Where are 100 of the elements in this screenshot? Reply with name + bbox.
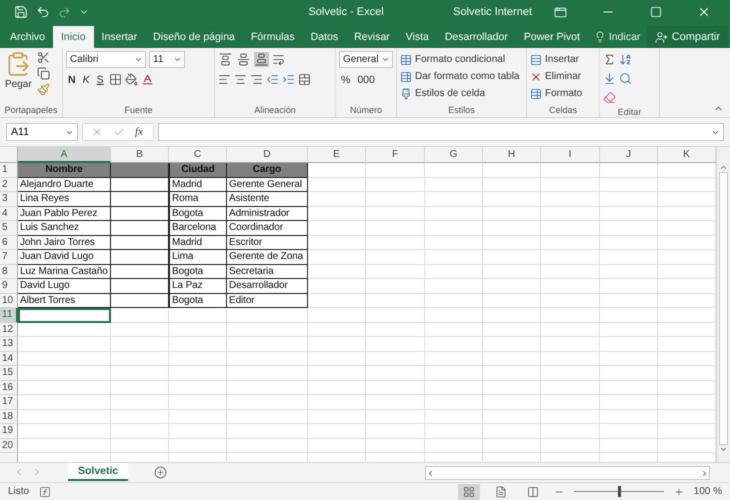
macro-record-icon[interactable] [39,486,52,498]
row-header[interactable]: 17 [0,395,18,410]
merge-cells-icon[interactable] [298,73,311,86]
formula-input[interactable] [158,123,724,141]
zoom-thumb[interactable] [618,486,621,497]
align-center-icon[interactable] [234,73,247,86]
zoom-in-icon[interactable] [674,486,684,496]
ribbon-tab[interactable]: Datos [302,26,346,48]
row-header[interactable]: 15 [0,366,18,380]
row-header[interactable]: 9 [0,279,18,294]
cells-button[interactable]: Formato [530,85,582,102]
row-header[interactable]: 6 [0,236,18,250]
paste-button[interactable]: Pegar [3,51,34,104]
row-header[interactable]: 8 [0,264,18,279]
indent-decrease-icon[interactable] [266,73,279,86]
align-left-icon[interactable] [218,73,231,86]
column-header[interactable]: B [111,147,169,163]
caret-icon[interactable] [173,55,182,64]
normal-view-icon[interactable] [458,484,480,500]
italic-button[interactable]: K [80,74,92,86]
caret-icon[interactable] [134,55,143,64]
close-icon[interactable] [697,5,711,19]
undo-icon[interactable] [36,5,50,19]
number-format-dropdown[interactable]: General [339,51,393,68]
tell-me-button[interactable]: Indicar [588,26,646,48]
align-bottom-icon[interactable] [254,52,269,67]
scroll-left-icon[interactable] [426,468,435,478]
fill-icon[interactable] [603,72,616,85]
percent-button[interactable]: % [339,74,352,86]
styles-button[interactable]: Estilos de celda [400,85,520,102]
vertical-scrollbar[interactable] [716,147,730,462]
ribbon-tab[interactable]: Diseño de página [145,26,243,48]
sheet-tab[interactable]: Solvetic [68,463,128,481]
wrap-text-icon[interactable] [272,53,285,66]
lightbulb-icon[interactable] [594,31,606,43]
scroll-up-icon[interactable] [719,163,728,172]
font-size-dropdown[interactable]: 11 [149,51,185,68]
column-header[interactable]: D [227,147,308,163]
maximize-icon[interactable] [650,6,662,18]
zoom-level[interactable]: 100 % [694,486,722,497]
row-header[interactable]: 13 [0,337,18,352]
ribbon-tab[interactable]: Inicio [53,26,94,48]
insert-function-button[interactable]: fx [135,126,143,138]
row-header[interactable]: 2 [0,178,18,192]
ribbon-tab[interactable]: Vista [398,26,437,48]
styles-button[interactable]: Dar formato como tabla [400,68,520,85]
column-header[interactable]: E [308,147,366,163]
align-top-icon[interactable] [218,52,233,67]
eraser-icon[interactable] [603,91,616,104]
row-header[interactable]: 5 [0,221,18,236]
column-header[interactable]: K [658,147,716,163]
row-header[interactable]: 10 [0,294,18,308]
copy-icon[interactable] [36,67,50,80]
ribbon-tab[interactable]: Archivo [2,26,54,48]
search-icon[interactable] [619,72,632,85]
row-header[interactable]: 20 [0,438,18,453]
caret-icon[interactable] [381,55,390,64]
sort-icon[interactable] [619,53,632,66]
ribbon-tab[interactable]: Desarrollador [436,26,516,48]
row-header[interactable]: 16 [0,380,18,395]
row-header[interactable]: 11 [0,308,18,322]
sum-icon[interactable] [603,53,616,66]
person-icon[interactable] [654,30,668,44]
column-header[interactable]: H [483,147,541,163]
align-middle-icon[interactable] [236,52,251,67]
column-header[interactable]: I [541,147,600,163]
cells-button[interactable]: Insertar [530,51,582,68]
share-button[interactable]: Compartir [646,26,728,48]
thousands-button[interactable]: 000 [355,74,377,86]
styles-button[interactable]: Formato condicional [400,51,520,68]
save-icon[interactable] [14,5,28,19]
indent-increase-icon[interactable] [282,73,295,86]
align-right-icon[interactable] [250,73,263,86]
column-header[interactable]: F [366,147,425,163]
column-header[interactable]: J [600,147,658,163]
underline-button[interactable]: S [94,74,106,86]
font-name-dropdown[interactable]: Calibri [66,51,146,68]
ribbon-display-icon[interactable] [554,6,566,18]
row-header[interactable]: 7 [0,250,18,264]
selected-cell[interactable] [18,308,111,322]
scroll-right-icon[interactable] [700,468,709,478]
cells-button[interactable]: Eliminar [530,68,582,85]
ribbon-tab[interactable]: Insertar [94,26,146,48]
column-header[interactable]: A [18,147,111,163]
row-header[interactable]: 12 [0,322,18,337]
ribbon-tab[interactable]: Fórmulas [242,26,303,48]
row-header[interactable]: 14 [0,352,18,366]
cut-icon[interactable] [36,51,50,64]
row-header[interactable]: 1 [0,163,18,178]
borders-icon[interactable] [108,73,122,86]
name-box[interactable]: A11 [6,123,78,141]
row-header[interactable]: 19 [0,424,18,438]
row-header[interactable]: 4 [0,206,18,221]
font-color-icon[interactable] [140,73,154,86]
row-header[interactable]: 3 [0,192,18,206]
column-header[interactable]: C [169,147,227,163]
row-header[interactable]: 18 [0,410,18,424]
ribbon-tab[interactable]: Power Pivot [516,26,588,48]
column-header[interactable]: G [425,147,483,163]
redo-icon[interactable] [58,6,71,18]
